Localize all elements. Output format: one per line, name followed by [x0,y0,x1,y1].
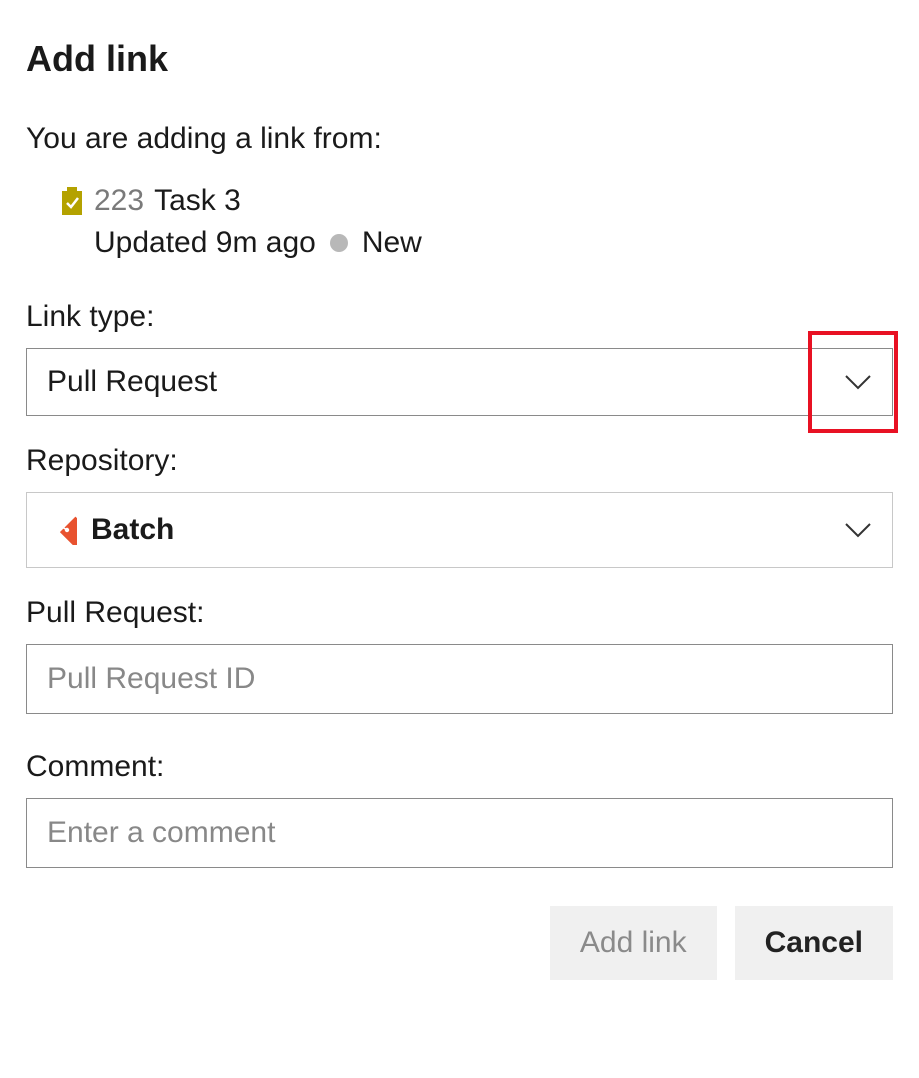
repository-value: Batch [91,513,174,547]
link-type-select[interactable]: Pull Request [26,348,893,416]
work-item-summary: 223 Task 3 Updated 9m ago New [26,184,893,260]
repository-label: Repository: [26,444,893,478]
chevron-down-icon [844,368,872,396]
work-item-state: New [362,226,422,260]
pull-request-label: Pull Request: [26,596,893,630]
pull-request-input[interactable] [26,644,893,714]
button-row: Add link Cancel [26,906,893,980]
task-icon [60,187,84,215]
cancel-button[interactable]: Cancel [735,906,893,980]
work-item-id: 223 [94,184,144,218]
intro-text: You are adding a link from: [26,122,893,156]
add-link-button[interactable]: Add link [550,906,717,980]
comment-label: Comment: [26,750,893,784]
repository-select[interactable]: Batch [26,492,893,568]
link-type-label: Link type: [26,300,893,334]
work-item-title: Task 3 [154,184,241,218]
state-dot-icon [330,234,348,252]
work-item-updated: Updated 9m ago [94,226,316,260]
dialog-title: Add link [26,38,893,80]
chevron-down-icon [844,516,872,544]
link-type-value: Pull Request [47,365,217,399]
comment-input[interactable] [26,798,893,868]
git-icon [47,515,77,545]
